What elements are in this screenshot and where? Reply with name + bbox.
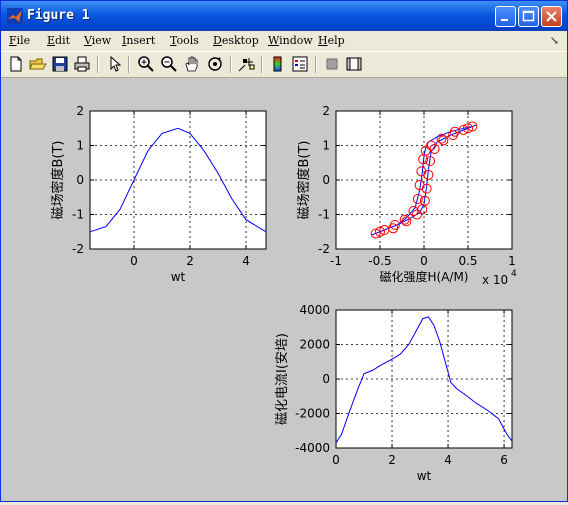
hide-plot-tools-icon[interactable]: [323, 55, 341, 73]
menu-view[interactable]: View: [84, 34, 111, 47]
x-axis-label: wt: [171, 270, 186, 284]
y-tick-label: 2000: [299, 338, 330, 352]
x-tick-label: 4: [242, 254, 250, 268]
select-arrow-icon[interactable]: [105, 55, 123, 73]
chart-1: -2 -1 0 1 2 0 2 4 wt 磁场密度B(T): [50, 104, 267, 284]
close-icon: [546, 11, 557, 22]
x-tick-label: 0: [332, 453, 340, 467]
window-title: Figure 1: [27, 8, 90, 23]
toolbar-separator: [230, 56, 232, 73]
open-icon[interactable]: [29, 55, 47, 73]
x-exponent-label: x 10: [482, 273, 508, 287]
menu-file[interactable]: File: [9, 34, 30, 47]
minimize-button[interactable]: [495, 6, 516, 27]
save-icon[interactable]: [51, 55, 69, 73]
new-icon[interactable]: [7, 55, 25, 73]
menu-tools[interactable]: Tools: [170, 34, 199, 47]
x-tick-label: -1: [330, 254, 342, 268]
x-tick-label: 0.5: [458, 254, 477, 268]
x-tick-label: 4: [444, 453, 452, 467]
minimize-icon: [501, 19, 508, 21]
maximize-icon: [522, 10, 535, 22]
toolbar-separator: [128, 56, 130, 73]
pan-hand-icon[interactable]: [183, 55, 201, 73]
menu-insert[interactable]: Insert: [122, 34, 155, 47]
colorbar-icon[interactable]: [269, 55, 287, 73]
figure-canvas: -2 -1 0 1 2 0 2 4 wt 磁场密度B(T) -2 -1 0 1 2 -1 -0.5 0 0.5 1 磁化…: [1, 78, 567, 501]
x-tick-label: 0: [130, 254, 138, 268]
toolbar-separator: [261, 56, 263, 73]
x-exponent-power: 4: [511, 269, 517, 279]
y-tick-label: -2: [72, 242, 84, 256]
menu-edit[interactable]: Edit: [47, 34, 70, 47]
x-axis-label: 磁化强度H(A/M): [380, 269, 469, 284]
y-tick-label: -2: [318, 242, 330, 256]
y-tick-label: -2000: [295, 407, 330, 421]
x-tick-label: 2: [186, 254, 194, 268]
show-plot-tools-icon[interactable]: [345, 55, 363, 73]
data-cursor-icon[interactable]: [237, 55, 255, 73]
y-tick-label: -1: [318, 208, 330, 222]
toolbar-separator: [97, 56, 99, 73]
x-tick-label: 2: [388, 453, 396, 467]
x-tick-label: -0.5: [368, 254, 391, 268]
menu-window[interactable]: Window: [268, 34, 313, 47]
y-axis-label: 磁场密度B(T): [50, 140, 66, 219]
matlab-logo-icon: [7, 8, 23, 24]
chart-3: -4000 -2000 0 2000 4000 0 2 4 6 wt 磁化电流I(安培): [274, 303, 513, 483]
chart-2: -2-1012-1 -0.5 0 0.5 1磁化强度H(A/M) x 10 4磁场密度B(T…: [296, 104, 517, 287]
maximize-button[interactable]: [518, 6, 539, 27]
dock-arrow-icon[interactable]: ↘: [550, 34, 559, 47]
zoom-out-icon[interactable]: [160, 55, 178, 73]
y-axis-label: 磁场密度B(T): [296, 140, 312, 219]
y-tick-label: 0: [76, 173, 84, 187]
close-button[interactable]: [541, 6, 562, 27]
y-tick-label: 1: [322, 139, 330, 153]
figure-plots: -2-10120 2 4wt磁场密度B(T)-2-1012-1 -0.5 0 0.5 1磁化…: [50, 104, 517, 483]
toolbar-separator: [315, 56, 317, 73]
x-tick-label: 1: [508, 254, 516, 268]
y-axis-label: 磁化电流I(安培): [274, 333, 290, 425]
figure-window: Figure 1 File Edit View Insert Tools Des…: [0, 0, 568, 502]
y-tick-label: 4000: [299, 303, 330, 317]
rotate-3d-icon[interactable]: [206, 55, 224, 73]
title-bar[interactable]: Figure 1: [1, 1, 567, 31]
legend-icon[interactable]: [291, 55, 309, 73]
figure-toolbar: [1, 51, 567, 78]
y-tick-label: 2: [322, 104, 330, 118]
y-tick-label: 1: [76, 139, 84, 153]
menu-desktop[interactable]: Desktop: [213, 34, 259, 47]
menu-bar: File Edit View Insert Tools Desktop Wind…: [1, 31, 567, 51]
y-tick-label: 0: [322, 173, 330, 187]
zoom-in-icon[interactable]: [137, 55, 155, 73]
print-icon[interactable]: [73, 55, 91, 73]
x-axis-label: wt: [417, 469, 432, 483]
y-tick-label: 2: [76, 104, 84, 118]
y-tick-label: -4000: [295, 441, 330, 455]
x-tick-label: 6: [500, 453, 508, 467]
x-tick-label: 0: [420, 254, 428, 268]
y-tick-label: -1: [72, 208, 84, 222]
y-tick-label: 0: [322, 372, 330, 386]
menu-help[interactable]: Help: [318, 34, 345, 47]
